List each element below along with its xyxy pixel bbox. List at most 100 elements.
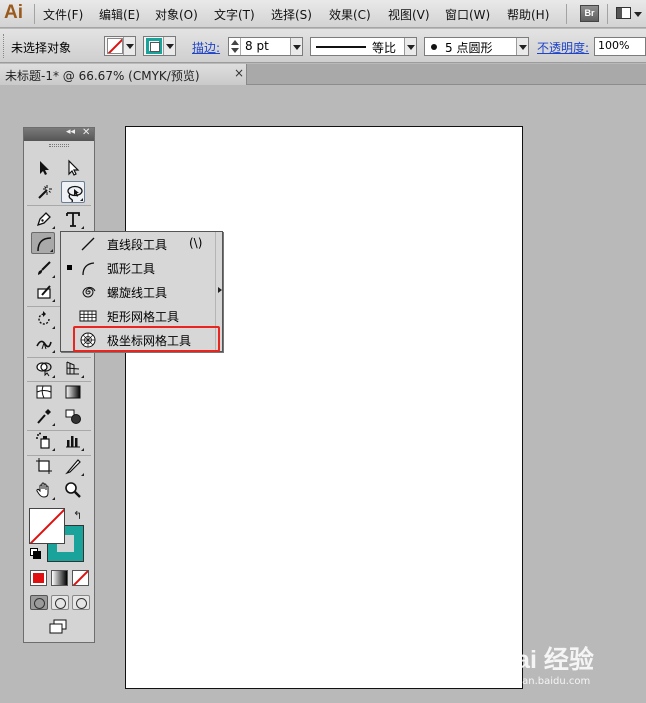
mesh-icon	[36, 385, 52, 399]
change-screen-mode-button[interactable]	[47, 618, 69, 636]
brush-definition-dropdown[interactable]: 5 点圆形	[424, 37, 529, 56]
menu-type[interactable]: 文字(T)	[214, 6, 255, 23]
stepper-arrows-icon[interactable]	[229, 38, 241, 55]
menu-separator	[566, 4, 567, 24]
paintbrush-icon	[38, 261, 51, 275]
perspective-grid-icon	[66, 361, 80, 375]
menu-file[interactable]: 文件(F)	[43, 6, 83, 23]
close-icon[interactable]: ✕	[82, 127, 90, 138]
menu-object[interactable]: 对象(O)	[155, 6, 198, 23]
draw-behind-button[interactable]	[51, 595, 69, 610]
zoom-tool[interactable]	[61, 479, 85, 501]
hand-icon	[36, 482, 49, 498]
tools-panel: ◂◂ ✕ ↰	[23, 127, 95, 643]
gradient-tool[interactable]	[61, 381, 85, 403]
opacity-input[interactable]: 100%	[594, 37, 646, 56]
perspective-grid-tool[interactable]	[61, 357, 85, 379]
direct-selection-tool[interactable]	[61, 157, 85, 179]
stroke-weight-value: 8 pt	[245, 39, 269, 53]
blend-tool[interactable]	[61, 405, 85, 427]
blend-icon	[65, 409, 81, 424]
stroke-panel-link[interactable]: 描边:	[192, 39, 220, 56]
column-graph-tool[interactable]	[61, 430, 85, 452]
hand-tool[interactable]	[32, 479, 56, 501]
shape-builder-icon	[36, 362, 52, 377]
pen-icon	[36, 212, 51, 227]
type-t-icon	[66, 212, 80, 227]
document-tab[interactable]: 未标题-1* @ 66.67% (CMYK/预览) ×	[0, 64, 247, 85]
slice-tool[interactable]	[61, 455, 85, 477]
eyedropper-tool[interactable]	[32, 405, 56, 427]
menu-help[interactable]: 帮助(H)	[507, 6, 549, 23]
selection-tool[interactable]	[32, 157, 56, 179]
panel-grip[interactable]	[3, 34, 5, 58]
rotate-tool[interactable]	[32, 308, 56, 330]
mesh-tool[interactable]	[32, 381, 56, 403]
pen-tool[interactable]	[32, 208, 56, 230]
swap-fill-stroke-icon[interactable]: ↰	[73, 509, 82, 522]
artboard[interactable]	[125, 126, 523, 689]
menu-view[interactable]: 视图(V)	[388, 6, 430, 23]
selection-arrow-icon	[40, 161, 49, 175]
tools-panel-header[interactable]: ◂◂ ✕	[24, 127, 94, 141]
menu-select[interactable]: 选择(S)	[271, 6, 312, 23]
variable-width-profile-dropdown[interactable]: 等比	[310, 37, 417, 56]
blob-brush-tool[interactable]	[32, 281, 56, 303]
eyedropper-icon	[37, 409, 51, 424]
flyout-item-label: 矩形网格工具	[107, 310, 180, 324]
flyout-item-rectangular-grid[interactable]: 矩形网格工具	[61, 304, 213, 328]
arc-icon	[37, 237, 52, 252]
symbol-sprayer-icon	[36, 432, 50, 449]
magic-wand-tool[interactable]	[32, 181, 56, 203]
app-logo: Ai	[4, 2, 23, 23]
menu-window[interactable]: 窗口(W)	[445, 6, 490, 23]
flyout-item-label: 直线段工具	[107, 238, 168, 252]
lasso-tool[interactable]	[61, 181, 85, 203]
flyout-item-shortcut: (\)	[189, 236, 203, 250]
default-fill-stroke-icon[interactable]	[30, 548, 41, 559]
workspace-switcher-button[interactable]	[614, 5, 644, 22]
menu-edit[interactable]: 编辑(E)	[99, 6, 140, 23]
flyout-item-line-segment[interactable]: 直线段工具 (\)	[61, 232, 213, 256]
color-mode-button[interactable]	[30, 570, 47, 586]
type-tool[interactable]	[61, 208, 85, 230]
arc-icon	[82, 262, 95, 276]
shape-builder-tool[interactable]	[32, 357, 56, 379]
close-icon[interactable]: ×	[234, 66, 244, 80]
artboard-tool[interactable]	[32, 455, 56, 477]
document-tab-bar: 未标题-1* @ 66.67% (CMYK/预览) ×	[0, 64, 646, 85]
spiral-icon	[82, 286, 96, 298]
fill-color-box[interactable]	[29, 508, 65, 544]
flyout-item-arc[interactable]: 弧形工具	[61, 256, 213, 280]
fill-none-swatch	[107, 38, 123, 54]
slice-knife-icon	[65, 459, 81, 475]
arc-tool[interactable]	[31, 232, 55, 254]
collapse-icon[interactable]: ◂◂	[66, 127, 75, 137]
draw-inside-button[interactable]	[72, 595, 90, 610]
watermark-url: jingyan.baidu.com	[498, 676, 591, 687]
stroke-color-swatch	[146, 38, 162, 54]
menu-effect[interactable]: 效果(C)	[329, 6, 371, 23]
none-mode-button[interactable]	[72, 570, 89, 586]
menu-separator	[34, 4, 35, 24]
rectangular-grid-icon	[79, 310, 97, 322]
chevron-down-icon	[404, 38, 416, 55]
chevron-down-icon[interactable]	[290, 38, 302, 55]
chevron-down-icon	[123, 37, 135, 55]
draw-normal-button[interactable]	[30, 595, 48, 610]
symbol-sprayer-tool[interactable]	[32, 430, 56, 452]
flyout-item-spiral[interactable]: 螺旋线工具	[61, 280, 213, 304]
width-tool[interactable]	[32, 332, 56, 354]
zoom-magnifier-icon	[65, 482, 81, 498]
stroke-weight-field[interactable]: 8 pt	[228, 37, 303, 56]
fill-color-dropdown[interactable]	[104, 36, 136, 56]
panel-grip[interactable]	[49, 144, 69, 147]
bridge-button[interactable]: Br	[580, 5, 599, 22]
gradient-mode-button[interactable]	[51, 570, 68, 586]
chevron-down-icon	[163, 37, 175, 55]
stroke-color-dropdown[interactable]	[143, 36, 176, 56]
menu-separator	[607, 4, 608, 24]
control-bar: 未选择对象 描边: 8 pt 等比 5 点圆形 不透明度: 100%	[0, 29, 646, 63]
paintbrush-tool[interactable]	[32, 257, 56, 279]
opacity-panel-link[interactable]: 不透明度:	[537, 39, 589, 56]
